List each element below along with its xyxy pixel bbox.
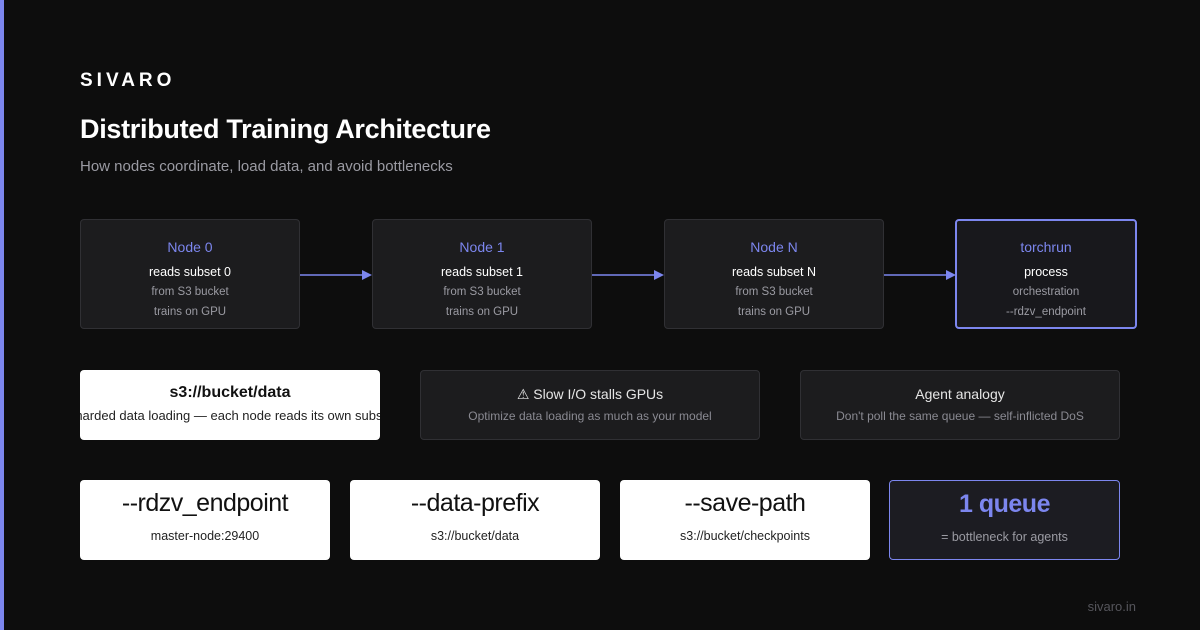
node-line-2: from S3 bucket: [735, 286, 813, 298]
node-1-box: Node 1 reads subset 1 from S3 bucket tra…: [372, 219, 592, 329]
card-title: s3://bucket/data: [169, 384, 291, 401]
arrow-right-icon: [592, 270, 664, 280]
node-title: Node 0: [167, 239, 213, 255]
node-line-1: reads subset 0: [149, 265, 231, 279]
arrow-right-icon: [300, 270, 372, 280]
node-line-3: trains on GPU: [153, 306, 227, 318]
page-subtitle: How nodes coordinate, load data, and avo…: [80, 158, 453, 175]
stat-label: s3://bucket/data: [430, 529, 520, 543]
stat-save-path: --save-path s3://bucket/checkpoints: [620, 480, 870, 560]
stat-data-prefix: --data-prefix s3://bucket/data: [350, 480, 600, 560]
node-title: Node N: [750, 239, 798, 255]
stat-value: 1 queue: [959, 490, 1050, 518]
stat-rdzv-endpoint: --rdzv_endpoint master-node:29400: [80, 480, 330, 560]
agent-analogy-card: Agent analogy Don't poll the same queue …: [800, 370, 1120, 440]
card-title: Agent analogy: [915, 386, 1005, 402]
stat-label: master-node:29400: [150, 529, 260, 543]
node-line-3: trains on GPU: [445, 306, 519, 318]
card-description: Sharded data loading — each node reads i…: [80, 408, 380, 423]
stat-queue: 1 queue = bottleneck for agents: [889, 480, 1120, 560]
footer-url: sivaro.in: [1087, 599, 1136, 614]
page-title: Distributed Training Architecture: [80, 114, 491, 144]
node-line-2: orchestration: [1012, 286, 1080, 298]
arrow-right-icon: [884, 270, 956, 280]
card-description: Don't poll the same queue — self-inflict…: [836, 409, 1084, 423]
node-title: Node 1: [459, 239, 505, 255]
node-0-box: Node 0 reads subset 0 from S3 bucket tra…: [80, 219, 300, 329]
node-line-1: reads subset 1: [441, 265, 523, 279]
brand-logo: SIVARO: [80, 70, 176, 91]
stat-value: --save-path: [684, 489, 806, 517]
slow-io-card: ⚠ Slow I/O stalls GPUs Optimize data loa…: [420, 370, 760, 440]
card-title: ⚠ Slow I/O stalls GPUs: [516, 386, 664, 402]
node-line-2: from S3 bucket: [443, 286, 521, 298]
node-line-3: trains on GPU: [737, 306, 811, 318]
stat-value: --data-prefix: [410, 489, 540, 517]
node-line-1: reads subset N: [731, 265, 817, 279]
node-title: torchrun: [1020, 239, 1072, 255]
node-line-3: --rdzv_endpoint: [1006, 306, 1086, 318]
card-description: Optimize data loading as much as your mo…: [468, 409, 712, 423]
node-line-2: from S3 bucket: [151, 286, 229, 298]
stat-label: s3://bucket/checkpoints: [680, 529, 810, 543]
node-n-box: Node N reads subset N from S3 bucket tra…: [664, 219, 884, 329]
stat-label: = bottleneck for agents: [941, 530, 1068, 544]
accent-bar: [0, 0, 4, 630]
stat-value: --rdzv_endpoint: [121, 489, 289, 517]
s3-data-card: s3://bucket/data Sharded data loading — …: [80, 370, 380, 440]
node-line-1: process: [1024, 265, 1068, 279]
torchrun-box: torchrun process orchestration --rdzv_en…: [955, 219, 1137, 329]
